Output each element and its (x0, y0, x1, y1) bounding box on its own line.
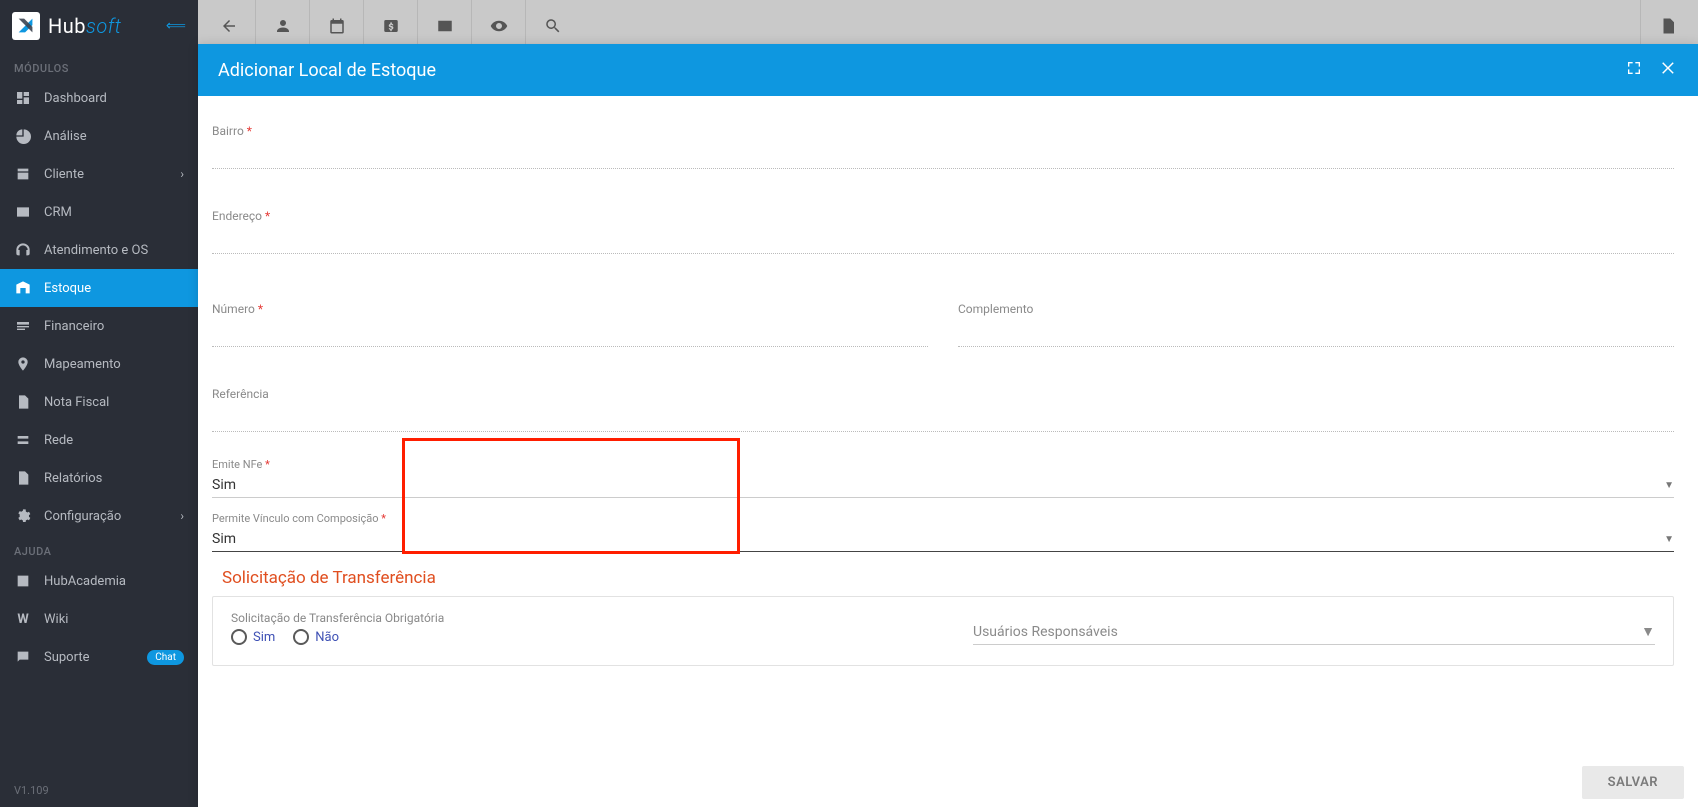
select-permite-vinculo[interactable]: Sim▼ (212, 527, 1674, 552)
modal-header: Adicionar Local de Estoque (198, 44, 1698, 96)
sidebar-item-label: Mapeamento (44, 357, 121, 372)
logo-text: Hubsoft (48, 14, 121, 38)
finance-icon (14, 317, 32, 335)
sidebar-item-label: Cliente (44, 167, 84, 182)
sidebar-item-configuracao[interactable]: Configuração › (0, 497, 198, 535)
label-permite-vinculo: Permite Vínculo com Composição * (212, 512, 1674, 525)
input-complemento[interactable] (958, 318, 1674, 347)
caret-down-icon: ▼ (1664, 480, 1674, 491)
sidebar-item-mapeamento[interactable]: Mapeamento (0, 345, 198, 383)
field-complemento: Complemento (958, 302, 1674, 347)
map-icon (14, 355, 32, 373)
sidebar-item-crm[interactable]: CRM (0, 193, 198, 231)
field-emite-nfe: Emite NFe * Sim▼ (212, 458, 1674, 498)
label-referencia: Referência (212, 387, 1674, 401)
sidebar-item-label: Atendimento e OS (44, 243, 148, 258)
sidebar-item-label: Financeiro (44, 319, 104, 334)
input-bairro[interactable] (212, 140, 1674, 169)
select-usuarios-responsaveis[interactable]: Usuários Responsáveis▼ (973, 619, 1655, 645)
sidebar: Hubsoft ⟸ MÓDULOS Dashboard Análise Clie… (0, 0, 198, 807)
support-icon (14, 241, 32, 259)
sidebar-item-label: Dashboard (44, 91, 107, 106)
radio-nao[interactable]: Não (293, 629, 339, 645)
sidebar-item-nota-fiscal[interactable]: Nota Fiscal (0, 383, 198, 421)
caret-down-icon: ▼ (1664, 534, 1674, 545)
label-endereco: Endereço * (212, 209, 1674, 223)
crm-icon (14, 203, 32, 221)
sidebar-item-label: Análise (44, 129, 87, 144)
close-icon[interactable] (1660, 59, 1678, 81)
logo-mark-icon (12, 12, 40, 40)
radio-circle-icon (293, 629, 309, 645)
sidebar-collapse-icon[interactable]: ⟸ (166, 18, 186, 34)
reports-icon (14, 469, 32, 487)
network-icon (14, 431, 32, 449)
chevron-right-icon: › (180, 509, 184, 523)
sidebar-item-label: Wiki (44, 612, 68, 627)
sidebar-item-atendimento[interactable]: Atendimento e OS (0, 231, 198, 269)
brand-logo: Hubsoft ⟸ (0, 0, 198, 52)
label-numero: Número * (212, 302, 928, 316)
app-version: V1.109 (0, 774, 198, 807)
sidebar-item-wiki[interactable]: W Wiki (0, 600, 198, 638)
label-complemento: Complemento (958, 302, 1674, 316)
sidebar-item-hubacademia[interactable]: HubAcademia (0, 562, 198, 600)
section-transfer-box: Solicitação de Transferência Obrigatória… (212, 596, 1674, 666)
sidebar-item-dashboard[interactable]: Dashboard (0, 79, 198, 117)
label-bairro: Bairro * (212, 124, 1674, 138)
input-endereco[interactable] (212, 225, 1674, 254)
modal-body[interactable]: Bairro * Endereço * Número * Complemento… (198, 96, 1698, 757)
wiki-icon: W (14, 610, 32, 628)
chat-icon (14, 648, 32, 666)
label-emite-nfe: Emite NFe * (212, 458, 1674, 471)
section-transfer-title: Solicitação de Transferência (222, 568, 1674, 588)
field-permite-vinculo: Permite Vínculo com Composição * Sim▼ (212, 512, 1674, 552)
radio-circle-icon (231, 629, 247, 645)
field-endereco: Endereço * (212, 209, 1674, 254)
sidebar-item-label: Nota Fiscal (44, 395, 109, 410)
select-emite-nfe[interactable]: Sim▼ (212, 473, 1674, 498)
radio-group-transfer: Sim Não (231, 629, 913, 645)
sidebar-item-label: Estoque (44, 281, 91, 296)
sidebar-item-label: Relatórios (44, 471, 102, 486)
chat-badge: Chat (147, 650, 184, 665)
section-modulos: MÓDULOS (0, 52, 198, 79)
inventory-icon (14, 279, 32, 297)
modal: Adicionar Local de Estoque Bairro * Ende… (198, 44, 1698, 807)
sidebar-item-label: HubAcademia (44, 574, 126, 589)
main: Status Adicionar Local de Estoque Bairro… (198, 0, 1698, 807)
save-button[interactable]: SALVAR (1582, 766, 1684, 799)
sidebar-item-label: Configuração (44, 509, 121, 524)
modal-title: Adicionar Local de Estoque (218, 60, 436, 81)
sidebar-item-label: Rede (44, 433, 73, 448)
chevron-right-icon: › (180, 167, 184, 181)
field-bairro: Bairro * (212, 124, 1674, 169)
label-transfer-obrig: Solicitação de Transferência Obrigatória (231, 611, 913, 625)
input-numero[interactable] (212, 318, 928, 347)
sidebar-item-relatorios[interactable]: Relatórios (0, 459, 198, 497)
sidebar-item-financeiro[interactable]: Financeiro (0, 307, 198, 345)
sidebar-item-cliente[interactable]: Cliente › (0, 155, 198, 193)
caret-down-icon: ▼ (1641, 623, 1655, 640)
sidebar-item-label: CRM (44, 205, 72, 220)
fullscreen-icon[interactable] (1626, 60, 1642, 80)
gear-icon (14, 507, 32, 525)
sidebar-item-rede[interactable]: Rede (0, 421, 198, 459)
invoice-icon (14, 393, 32, 411)
sidebar-item-suporte[interactable]: Suporte Chat (0, 638, 198, 676)
radio-sim[interactable]: Sim (231, 629, 275, 645)
input-referencia[interactable] (212, 403, 1674, 432)
sidebar-item-analise[interactable]: Análise (0, 117, 198, 155)
dashboard-icon (14, 89, 32, 107)
sidebar-item-estoque[interactable]: Estoque (0, 269, 198, 307)
play-icon (14, 572, 32, 590)
modal-footer: SALVAR (198, 757, 1698, 807)
client-icon (14, 165, 32, 183)
field-referencia: Referência (212, 387, 1674, 432)
analytics-icon (14, 127, 32, 145)
sidebar-item-label: Suporte (44, 650, 89, 665)
field-numero: Número * (212, 302, 928, 347)
section-ajuda: AJUDA (0, 535, 198, 562)
